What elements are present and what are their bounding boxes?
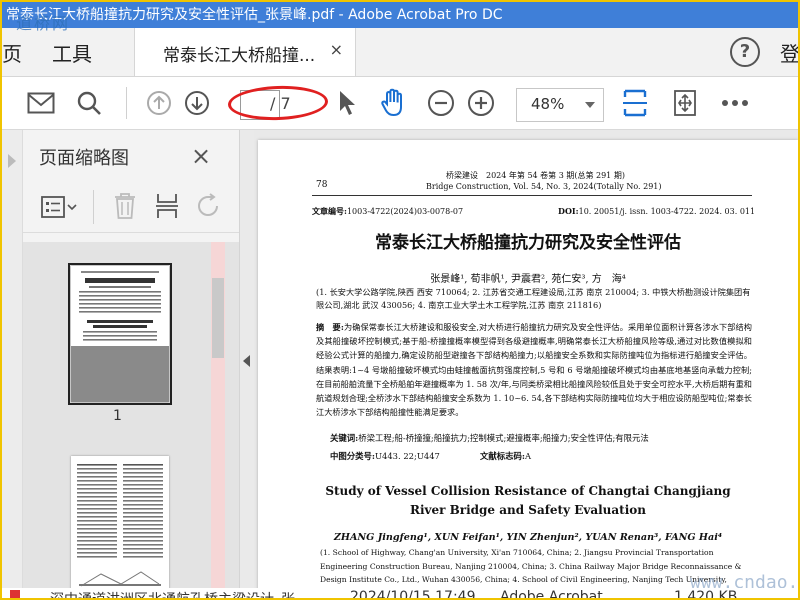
- menu-tools[interactable]: 工具: [52, 38, 92, 67]
- page-number-label: 78: [316, 180, 328, 190]
- zoom-value: 48%: [531, 95, 565, 113]
- abstract-cn: 摘 要:为确保常泰长江大桥建设和服役安全,对大桥进行船撞抗力研究及安全性评估。采…: [316, 322, 752, 418]
- window-title: 常泰长江大桥船撞抗力研究及安全性评估_张景峰.pdf - Adobe Acrob…: [6, 7, 503, 23]
- zoom-in-icon[interactable]: [466, 88, 496, 118]
- page-thumbnail[interactable]: [68, 263, 172, 405]
- sign-in-button[interactable]: 登: [780, 38, 798, 67]
- zoom-select[interactable]: 48%: [516, 88, 604, 122]
- left-rail: [2, 130, 23, 598]
- affiliations-cn: (1. 长安大学公路学院,陕西 西安 710064; 2. 江苏省交通工程建设局…: [316, 287, 751, 310]
- document-tab-label: 常泰长江大桥船撞...: [163, 46, 316, 66]
- email-icon[interactable]: [26, 88, 56, 118]
- paper-title-en-line2: River Bridge and Safety Evaluation: [409, 503, 647, 517]
- toolbar-divider: [126, 87, 127, 119]
- page-thumbnail[interactable]: [71, 456, 169, 598]
- zoom-out-icon[interactable]: [426, 88, 456, 118]
- document-tab[interactable]: 常泰长江大桥船撞... ×: [134, 28, 356, 76]
- app-window: 常泰长江大桥船撞抗力研究及安全性评估_张景峰.pdf - Adobe Acrob…: [0, 0, 800, 600]
- search-icon[interactable]: [74, 88, 104, 118]
- file-size: 1,420 KB: [674, 589, 738, 600]
- authors-cn: 张景峰¹, 荀非帆¹, 尹震君², 苑仁安³, 方 海⁴: [430, 274, 626, 285]
- previous-page-icon[interactable]: [144, 88, 174, 118]
- pdf-page: 78 桥梁建设 2024 年第 54 卷第 3 期(总第 291 期) Brid…: [258, 140, 798, 588]
- article-number: 文章编号:1003-4722(2024)03-0078-07: [312, 206, 464, 216]
- header-rule: [312, 195, 752, 196]
- full-screen-icon[interactable]: [670, 88, 700, 118]
- thumbnail-toolbar: [23, 184, 239, 233]
- trash-icon[interactable]: [113, 192, 137, 224]
- watermark-logo: 道桥网: [16, 14, 71, 33]
- toolbar-divider: [93, 190, 94, 224]
- fit-page-icon[interactable]: [620, 88, 650, 118]
- file-name: 深中通道洪洲区北通航孔桥主梁设计_张...: [50, 592, 309, 600]
- close-icon[interactable]: ×: [191, 142, 211, 170]
- title-bar: 常泰长江大桥船撞抗力研究及安全性评估_张景峰.pdf - Adobe Acrob…: [2, 2, 798, 28]
- paper-title-cn: 常泰长江大桥船撞抗力研究及安全性评估: [375, 233, 681, 253]
- next-page-icon[interactable]: [182, 88, 212, 118]
- expand-panel-icon[interactable]: [6, 152, 18, 170]
- thumbnails-pane: 页面缩略图 × 1: [23, 130, 240, 598]
- classification-number: 中图分类号:U443. 22;U447: [330, 451, 440, 461]
- collapse-pane-handle[interactable]: [240, 130, 254, 598]
- document-code: 文献标志码:A: [480, 451, 532, 461]
- paper-title-en: Study of Vessel Collision Resistance of …: [325, 484, 731, 498]
- pane-title: 页面缩略图: [39, 148, 129, 169]
- file-app: Adobe Acrobat ...: [500, 589, 621, 600]
- document-view[interactable]: 78 桥梁建设 2024 年第 54 卷第 3 期(总第 291 期) Brid…: [254, 130, 798, 588]
- thumbnail-scrollbar[interactable]: [211, 242, 225, 598]
- select-cursor-icon[interactable]: [332, 88, 362, 118]
- close-icon[interactable]: ×: [330, 40, 343, 59]
- thumbnail-page-number: 1: [113, 408, 122, 424]
- file-list-row[interactable]: 深中通道洪洲区北通航孔桥主梁设计_张... 2024/10/15 17:49 A…: [2, 588, 798, 600]
- thumbnail-options-icon[interactable]: [41, 196, 77, 222]
- main-toolbar: / 7 48%: [2, 77, 798, 130]
- chevron-down-icon: [585, 102, 595, 108]
- journal-header-en: Bridge Construction, Vol. 54, No. 3, 202…: [426, 182, 662, 191]
- rotate-icon[interactable]: [195, 193, 223, 223]
- scrollbar-thumb[interactable]: [212, 278, 224, 358]
- hand-tool-icon[interactable]: [378, 88, 408, 118]
- keywords-cn: 关键词:桥梁工程;船-桥撞撞;船撞抗力;控制模式;避撞概率;船撞力;安全性评估;…: [330, 433, 649, 443]
- journal-header-cn: 桥梁建设 2024 年第 54 卷第 3 期(总第 291 期): [446, 171, 625, 180]
- menu-home[interactable]: 页: [2, 38, 22, 67]
- more-options-icon[interactable]: [720, 88, 750, 118]
- doi: DOI:10. 20051/j. issn. 1003-4722. 2024. …: [558, 206, 756, 216]
- pdf-file-icon: [8, 589, 22, 598]
- crop-pages-icon[interactable]: [155, 192, 179, 224]
- file-date: 2024/10/15 17:49: [350, 589, 476, 600]
- chevron-left-icon: [243, 355, 250, 367]
- authors-en: ZHANG Jingfeng¹, XUN Feifan¹, YIN Zhenju…: [333, 532, 723, 543]
- thumbnail-list[interactable]: 1: [23, 242, 239, 598]
- menu-bar: 页 工具 常泰长江大桥船撞... × ? 登: [2, 28, 798, 77]
- help-icon[interactable]: ?: [730, 37, 760, 67]
